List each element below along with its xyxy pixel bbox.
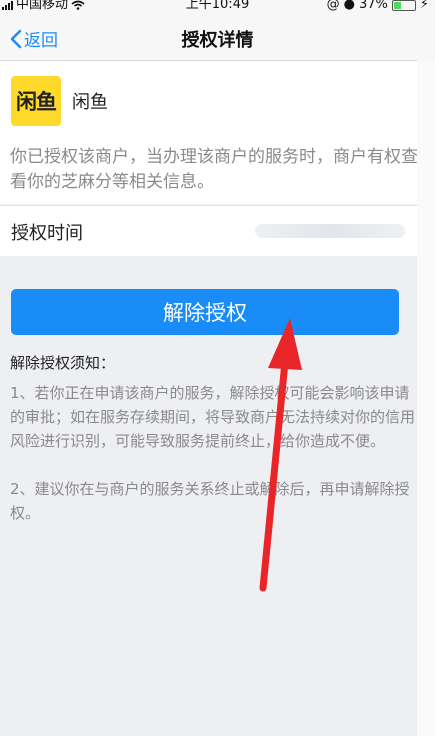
notice-item-1: 1、若你正在申请该商户的服务，解除授权可能会影响该申请的审批；如在服务存续期间，… <box>10 384 416 450</box>
merchant-card: 闲鱼 闲鱼 你已授权该商户，当办理该商户的服务时，商户有权查看你的芝麻分等相关信… <box>0 61 435 204</box>
authorization-time-label: 授权时间 <box>11 223 83 244</box>
right-edge-strip <box>417 60 435 736</box>
charging-icon: ⚡ <box>419 0 429 12</box>
authorization-time-row: 授权时间 <box>0 205 435 256</box>
notice-item-2: 2、建议你在与商户的服务关系终止或解除后，再申请解除授权。 <box>10 480 410 522</box>
battery-percent: 37% <box>358 0 388 12</box>
merchant-logo: 闲鱼 <box>11 76 61 126</box>
notice-title: 解除授权须知： <box>10 354 116 372</box>
status-right: @ ● 37% ⚡ <box>327 0 429 12</box>
revoke-authorization-button[interactable]: 解除授权 <box>11 289 399 335</box>
lock-rotation-icon: @ <box>326 0 340 12</box>
status-bar: 中国移动 上午10:49 @ ● 37% ⚡ <box>0 0 435 14</box>
alarm-icon: ● <box>343 0 355 12</box>
authorization-time-value-blurred <box>255 224 405 238</box>
merchant-name: 闲鱼 <box>72 92 108 113</box>
authorization-description: 你已授权该商户，当办理该商户的服务时，商户有权查看你的芝麻分等相关信息。 <box>10 147 418 192</box>
page-title: 授权详情 <box>181 30 254 51</box>
battery-icon <box>391 0 416 11</box>
navigation-bar: 返回 授权详情 <box>0 14 435 61</box>
merchant-logo-text: 闲鱼 <box>16 90 57 114</box>
